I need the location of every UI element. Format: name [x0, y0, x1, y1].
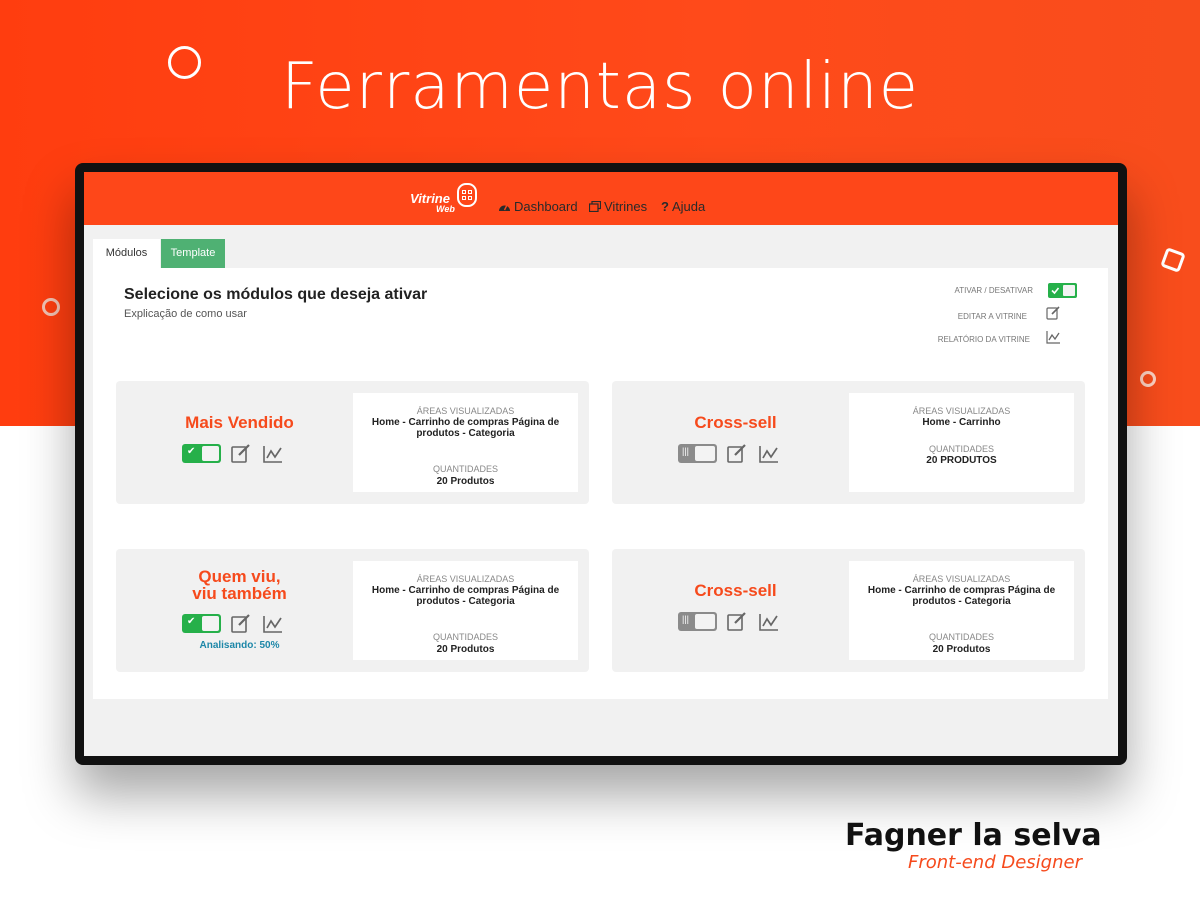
module-controls: ✔: [182, 443, 302, 465]
author-role: Front-end Designer: [908, 852, 1082, 873]
nav-vitrines-label: Vitrines: [604, 199, 648, 214]
areas-value: Home - Carrinho de compras Página de pro…: [371, 417, 560, 439]
tab-modulos[interactable]: Módulos: [93, 239, 160, 268]
logo-grid-icon: [457, 183, 477, 207]
module-card-cross-sell-2: Cross-sell ||| ÁREAS VISUALIZADAS Home -…: [612, 549, 1085, 672]
module-toggle[interactable]: ✔: [182, 444, 221, 463]
device-frame: Vitrine Web Dashboard Vitrines ? Ajuda M…: [75, 163, 1127, 765]
nav-dashboard-label: Dashboard: [514, 199, 578, 214]
chart-icon[interactable]: [263, 615, 283, 633]
legend-edit-label: EDITAR A VITRINE: [957, 312, 1027, 321]
legend-toggle-label: ATIVAR / DESATIVAR: [954, 286, 1033, 295]
edit-icon[interactable]: [727, 612, 747, 631]
areas-label: ÁREAS VISUALIZADAS: [416, 574, 515, 584]
chart-icon: [1046, 331, 1060, 344]
areas-value: Home - Carrinho de compras Página de pro…: [867, 585, 1056, 607]
nav-help[interactable]: ? Ajuda: [661, 199, 705, 214]
page-subtitle: Explicação de como usar: [124, 308, 247, 320]
edit-icon: [1046, 306, 1060, 320]
module-title-line: Quem viu,: [198, 567, 281, 586]
module-info: ÁREAS VISUALIZADAS Home - Carrinho de co…: [353, 561, 578, 660]
vitrine-logo[interactable]: Vitrine Web: [410, 183, 480, 217]
areas-label: ÁREAS VISUALIZADAS: [416, 406, 515, 416]
quantities-label: QUANTIDADES: [432, 464, 498, 474]
module-card-quem-viu: Quem viu, viu também ✔ Analisando: 50% Á…: [116, 549, 589, 672]
chart-icon[interactable]: [759, 613, 779, 631]
edit-icon[interactable]: [231, 614, 251, 633]
areas-label: ÁREAS VISUALIZADAS: [912, 406, 1011, 416]
quantities-value: 20 Produtos: [436, 644, 495, 655]
modules-panel: Selecione os módulos que deseja ativar E…: [93, 268, 1108, 699]
quantities-label: QUANTIDADES: [928, 444, 994, 454]
nav-dashboard[interactable]: Dashboard: [498, 199, 578, 214]
quantities-value: 20 Produtos: [436, 476, 495, 487]
app-screen: Vitrine Web Dashboard Vitrines ? Ajuda M…: [84, 172, 1118, 756]
edit-icon[interactable]: [727, 444, 747, 463]
module-toggle[interactable]: ✔: [182, 614, 221, 633]
decorative-circle: [1140, 371, 1156, 387]
module-title: Cross-sell: [694, 413, 777, 432]
chart-icon[interactable]: [759, 445, 779, 463]
module-info: ÁREAS VISUALIZADAS Home - Carrinho de co…: [849, 561, 1074, 660]
page-title: Selecione os módulos que deseja ativar: [124, 286, 428, 303]
areas-label: ÁREAS VISUALIZADAS: [912, 574, 1011, 584]
dashboard-icon: [499, 204, 510, 211]
hero-title: Ferramentas online: [280, 50, 920, 124]
chart-icon[interactable]: [263, 445, 283, 463]
module-title-line: viu também: [192, 584, 287, 603]
legend-toggle-icon: [1048, 283, 1077, 298]
help-icon: ?: [661, 199, 669, 214]
module-title: Cross-sell: [694, 581, 777, 600]
areas-value: Home - Carrinho de compras Página de pro…: [371, 585, 560, 607]
vitrines-icon: [589, 201, 601, 212]
quantities-label: QUANTIDADES: [432, 632, 498, 642]
quantities-value: 20 PRODUTOS: [926, 455, 997, 466]
module-info: ÁREAS VISUALIZADAS Home - Carrinho de co…: [353, 393, 578, 492]
nav-vitrines[interactable]: Vitrines: [589, 199, 647, 214]
module-card-mais-vendido: Mais Vendido ✔ ÁREAS VISUALIZADAS Home -…: [116, 381, 589, 504]
module-controls: |||: [678, 443, 798, 465]
author-name: Fagner la selva: [845, 818, 1102, 853]
off-icon: |||: [682, 446, 690, 456]
app-header: Vitrine Web Dashboard Vitrines ? Ajuda: [84, 172, 1118, 225]
module-card-cross-sell: Cross-sell ||| ÁREAS VISUALIZADAS Home -…: [612, 381, 1085, 504]
edit-icon[interactable]: [231, 444, 251, 463]
nav-help-label: Ajuda: [671, 199, 706, 214]
module-info: ÁREAS VISUALIZADAS Home - Carrinho QUANT…: [849, 393, 1074, 492]
check-icon: ✔: [187, 616, 196, 627]
logo-subtext: Web: [436, 204, 455, 214]
decorative-circle: [42, 298, 60, 316]
tab-template[interactable]: Template: [161, 239, 225, 268]
legend-report-label: RELATÓRIO DA VITRINE: [937, 335, 1030, 344]
quantities-value: 20 Produtos: [932, 644, 991, 655]
module-toggle[interactable]: |||: [678, 444, 717, 463]
module-title: Mais Vendido: [185, 413, 294, 432]
module-controls: ✔: [182, 613, 302, 635]
check-icon: ✔: [187, 446, 196, 457]
quantities-label: QUANTIDADES: [928, 632, 994, 642]
status-text: Analisando: 50%: [199, 640, 280, 651]
module-toggle[interactable]: |||: [678, 612, 717, 631]
module-title: Quem viu, viu também: [126, 568, 353, 602]
areas-value: Home - Carrinho: [922, 417, 1001, 428]
module-controls: |||: [678, 611, 798, 633]
off-icon: |||: [682, 614, 690, 624]
